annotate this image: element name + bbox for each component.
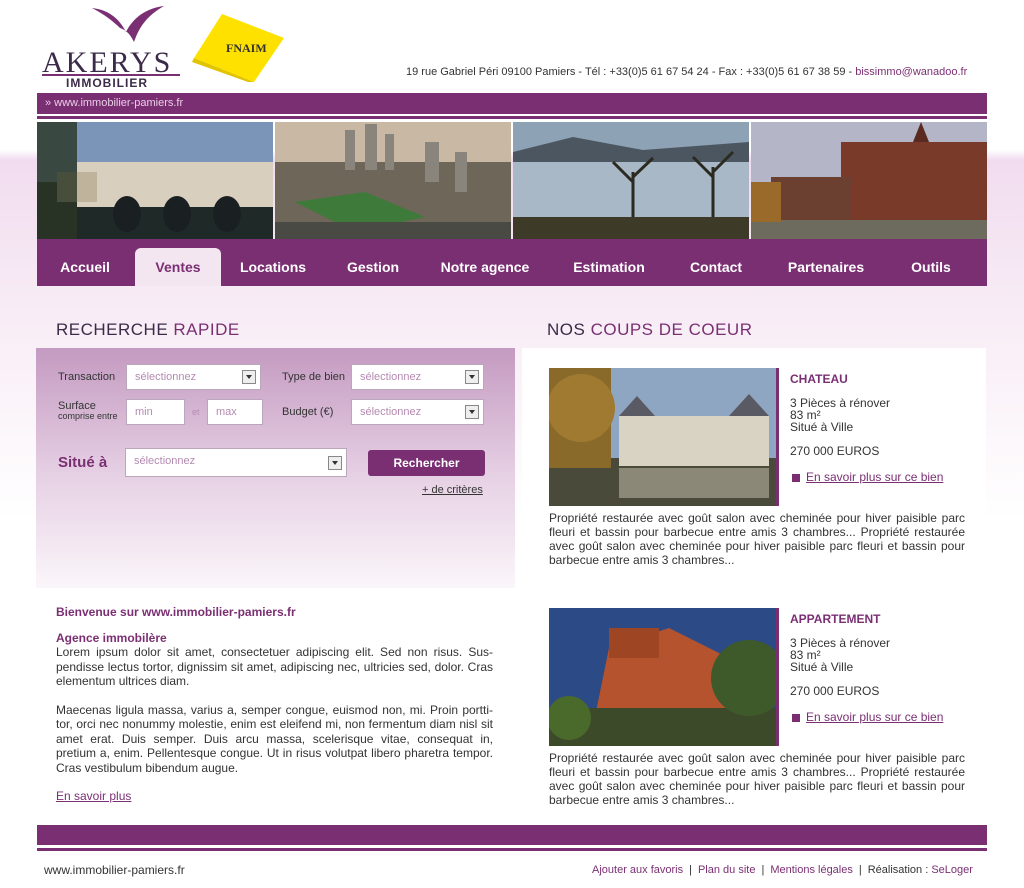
budget-label: Budget (€) — [282, 406, 334, 418]
budget-select[interactable]: sélectionnez — [351, 399, 484, 425]
nav-estimation[interactable]: Estimation — [549, 248, 669, 286]
and-label: et — [192, 407, 200, 417]
search-title: RECHERCHE RAPIDE — [56, 320, 240, 340]
welcome-more-link[interactable]: En savoir plus — [56, 789, 493, 803]
property-photo-chateau[interactable] — [549, 368, 779, 506]
property-photo-appartement[interactable] — [549, 608, 779, 746]
favorites-title-main: NOS — [547, 320, 591, 339]
welcome-title: Bienvenue sur www.immobilier-pamiers.fr — [56, 605, 296, 619]
quick-search-form: Transaction sélectionnez Type de bien sé… — [36, 348, 515, 588]
footer-link-legal[interactable]: Mentions légales — [770, 864, 853, 876]
banner-photo-city — [275, 122, 511, 239]
property-more-link[interactable]: En savoir plus sur ce bien — [806, 470, 943, 484]
welcome-subtitle: Agence immobilère — [56, 631, 167, 645]
chevron-down-icon — [242, 370, 256, 384]
akerys-logo[interactable]: AKERYS IMMOBILIER — [38, 0, 188, 92]
contact-info: 19 rue Gabriel Péri 09100 Pamiers - Tél … — [406, 66, 967, 78]
surface-min-input[interactable]: min — [126, 399, 185, 425]
main-nav: Accueil Ventes Locations Gestion Notre a… — [37, 239, 987, 286]
chevron-down-icon — [465, 370, 479, 384]
transaction-select[interactable]: sélectionnez — [126, 364, 261, 390]
banner-photo-lake — [513, 122, 749, 239]
divider — [37, 116, 987, 119]
situe-label: Situé à — [58, 454, 108, 471]
nav-accueil[interactable]: Accueil — [37, 248, 133, 286]
property-more-link[interactable]: En savoir plus sur ce bien — [806, 710, 943, 724]
footer-link-favorites[interactable]: Ajouter aux favoris — [592, 864, 683, 876]
welcome-section: Bienvenue sur www.immobilier-pamiers.fr … — [56, 605, 493, 803]
search-title-accent: RAPIDE — [173, 320, 240, 339]
property-price: 270 000 EUROS — [790, 684, 880, 698]
separator: | — [761, 864, 765, 876]
surface-max-input[interactable]: max — [207, 399, 263, 425]
surface-sublabel: comprise entre — [58, 411, 118, 421]
welcome-paragraph-2: Maecenas ligula massa, varius a, semper … — [56, 702, 493, 775]
transaction-label: Transaction — [58, 371, 116, 383]
search-title-main: RECHERCHE — [56, 320, 174, 339]
favorites-box: CHATEAU 3 Pièces à rénover 83 m² Situé à… — [522, 348, 986, 825]
property-type: CHATEAU — [790, 372, 848, 386]
property-description: Propriété restaurée avec goût salon avec… — [549, 511, 965, 567]
type-label: Type de bien — [282, 371, 345, 383]
footer-links: Ajouter aux favoris | Plan du site | Mention… — [592, 864, 973, 876]
property-location: Situé à Ville — [790, 420, 854, 434]
separator: | — [858, 864, 862, 876]
location-select[interactable]: sélectionnez — [125, 448, 347, 477]
fnaim-logo[interactable]: FNAIM — [192, 14, 286, 82]
property-price: 270 000 EUROS — [790, 444, 880, 458]
budget-select-value: sélectionnez — [360, 406, 422, 418]
nav-notre-agence[interactable]: Notre agence — [425, 248, 545, 286]
plus-bullet-icon — [792, 474, 800, 482]
nav-locations[interactable]: Locations — [225, 248, 321, 286]
location-select-value: sélectionnez — [134, 455, 196, 467]
footer-divider — [37, 848, 987, 851]
contact-email-link[interactable]: bissimmo@wanadoo.fr — [855, 66, 967, 78]
plus-bullet-icon — [792, 714, 800, 722]
chevron-down-icon — [465, 405, 479, 419]
search-button[interactable]: Rechercher — [368, 450, 485, 476]
nav-gestion[interactable]: Gestion — [325, 248, 421, 286]
transaction-select-value: sélectionnez — [135, 371, 197, 383]
property-description: Propriété restaurée avec goût salon avec… — [549, 751, 965, 807]
separator: | — [689, 864, 692, 876]
welcome-paragraph-1: Lorem ipsum dolor sit amet, consectetuer… — [56, 645, 493, 688]
url-bar: » www.immobilier-pamiers.fr — [37, 93, 987, 114]
footer-url: www.immobilier-pamiers.fr — [44, 863, 185, 877]
banner-photo-castle — [37, 122, 273, 239]
fnaim-text: FNAIM — [226, 41, 267, 55]
favorites-title-accent: COUPS DE COEUR — [590, 320, 753, 339]
header-banner — [37, 122, 987, 239]
property-details: 3 Pièces à rénover 83 m² Situé à Ville 2… — [790, 637, 890, 697]
swallow-bird-icon — [92, 6, 164, 42]
banner-photo-palace — [751, 122, 987, 239]
credit-link[interactable]: SeLoger — [931, 864, 973, 876]
property-type: APPARTEMENT — [790, 612, 881, 626]
footer-bar — [37, 825, 987, 845]
more-criteria-link[interactable]: + de critères — [422, 484, 483, 496]
nav-partenaires[interactable]: Partenaires — [763, 248, 889, 286]
nav-contact[interactable]: Contact — [671, 248, 761, 286]
footer-link-sitemap[interactable]: Plan du site — [698, 864, 755, 876]
favorites-title: NOS COUPS DE COEUR — [547, 320, 752, 340]
credit-label: Réalisation : — [867, 864, 932, 876]
property-details: 3 Pièces à rénover 83 m² Situé à Ville 2… — [790, 397, 890, 457]
property-location: Situé à Ville — [790, 660, 854, 674]
logo-subtitle: IMMOBILIER — [66, 76, 148, 90]
nav-ventes[interactable]: Ventes — [135, 248, 221, 286]
type-select[interactable]: sélectionnez — [351, 364, 484, 390]
type-select-value: sélectionnez — [360, 371, 422, 383]
nav-outils[interactable]: Outils — [891, 248, 971, 286]
address-phone-fax: 19 rue Gabriel Péri 09100 Pamiers - Tél … — [406, 66, 856, 78]
chevron-down-icon — [328, 456, 342, 470]
